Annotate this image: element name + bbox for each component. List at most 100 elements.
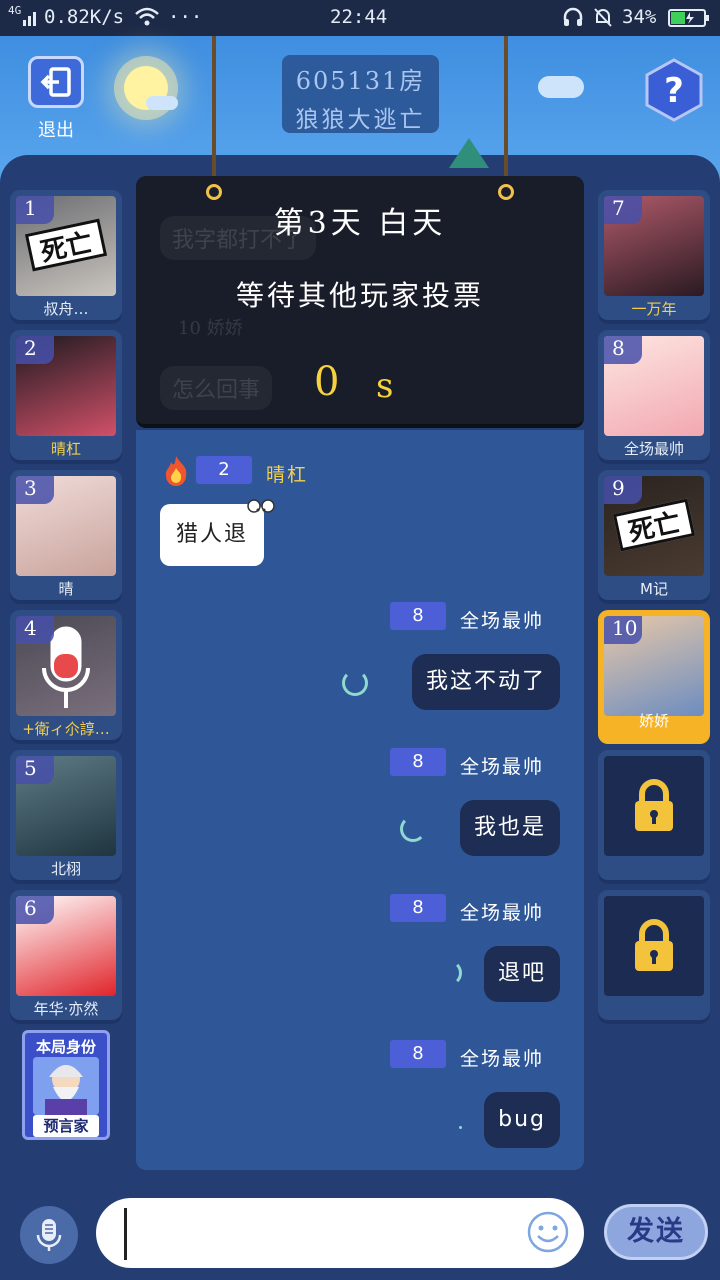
day-phase: 第3天 白天	[273, 206, 447, 241]
seat-number: 9	[604, 476, 642, 504]
player-badge: 8	[390, 748, 446, 776]
seat-number: 10	[604, 616, 642, 644]
player-avatar: 10	[604, 616, 704, 716]
death-stamp: 死亡	[612, 498, 696, 552]
seat-number: 8	[604, 336, 642, 364]
player-avatar: 8	[604, 336, 704, 436]
locked-seat[interactable]	[598, 750, 710, 884]
player-avatar: 7	[604, 196, 704, 296]
countdown-value: 0	[314, 359, 340, 405]
sending-spinner	[459, 1126, 462, 1129]
player-badge: 8	[390, 602, 446, 630]
chat-bubble-right: bug	[484, 1092, 560, 1148]
phase-status: 等待其他玩家投票	[235, 279, 484, 312]
seat-number: 2	[16, 336, 54, 364]
pyramid-decoration	[449, 138, 489, 168]
player-avatar: 4	[16, 616, 116, 716]
player-seat[interactable]: 10 娇娇	[598, 610, 710, 744]
seat-number: 4	[16, 616, 54, 644]
player-seat[interactable]: 2 晴杠	[10, 330, 122, 464]
message-author: 晴杠	[266, 464, 309, 486]
chat-bubble-right: 我也是	[459, 800, 560, 856]
chat-input[interactable]	[96, 1198, 584, 1268]
clock: 22:44	[330, 6, 388, 28]
locked-seat-panel	[604, 896, 704, 996]
player-seat[interactable]: 7 一万年	[598, 190, 710, 324]
signal-icon	[22, 6, 40, 33]
room-info: 605131房 狼狼大逃亡	[282, 55, 439, 133]
sending-spinner	[400, 816, 426, 842]
microphone-icon	[36, 1219, 62, 1251]
cloud-decoration	[538, 76, 584, 98]
player-name: 一万年	[631, 300, 677, 318]
death-stamp: 死亡	[24, 218, 108, 272]
chat-bubble-right: 退吧	[483, 946, 560, 1002]
lock-icon	[635, 779, 673, 831]
player-avatar: 6	[16, 896, 116, 996]
svg-text:?: ?	[664, 71, 684, 111]
player-name: 娇娇	[638, 712, 669, 730]
ghost-message: 怎么回事	[160, 366, 273, 410]
bear-ears-decoration	[247, 499, 275, 513]
sending-spinner	[436, 960, 462, 986]
rope-decoration	[504, 36, 508, 190]
player-seat[interactable]: 6 年华·亦然	[10, 890, 122, 1024]
smiley-icon	[527, 1211, 569, 1253]
more-indicator: ···	[168, 6, 203, 28]
exit-label: 退出	[38, 120, 74, 141]
locked-seat-panel	[604, 756, 704, 856]
help-button[interactable]: ?	[644, 58, 704, 122]
network-speed: 0.82K/s	[44, 6, 125, 28]
player-avatar: 死亡 9	[604, 476, 704, 576]
player-avatar: 5	[16, 756, 116, 856]
player-badge: 8	[390, 1040, 446, 1068]
sending-spinner	[342, 670, 368, 696]
status-bar: 4G 0.82K/s ··· 22:44 34%	[0, 0, 720, 36]
role-card[interactable]: 本局身份 预言家	[22, 1030, 110, 1140]
rope-decoration	[212, 36, 216, 190]
exit-icon	[40, 67, 71, 97]
player-seat[interactable]: 3晴	[10, 470, 122, 604]
text-caret	[124, 1208, 127, 1260]
player-seat[interactable]: 4 +衛ィ尒諄…	[10, 610, 122, 744]
ring-decoration	[498, 184, 514, 200]
ring-decoration	[206, 184, 222, 200]
seat-number: 1	[16, 196, 54, 224]
emoji-button[interactable]	[526, 1210, 570, 1254]
seat-number: 5	[16, 756, 54, 784]
battery-percent: 34%	[622, 6, 657, 28]
player-name: 北栩	[50, 860, 81, 878]
player-seat[interactable]: 5 北栩	[10, 750, 122, 884]
chat-area[interactable]: 2 晴杠 猎人退 8 全场最帅 我这不动了 8 全场最帅 我也是 8 全场最帅 …	[136, 430, 584, 1170]
player-name: M记	[640, 580, 668, 598]
locked-seat[interactable]	[598, 890, 710, 1024]
player-seat[interactable]: 8 全场最帅	[598, 330, 710, 464]
message-author: 全场最帅	[460, 756, 545, 778]
help-icon: ?	[645, 58, 703, 122]
seat-number: 6	[16, 896, 54, 924]
player-seat[interactable]: 死亡 1 叔舟…	[10, 190, 122, 324]
voice-button[interactable]	[20, 1206, 78, 1264]
message-author: 全场最帅	[460, 902, 545, 924]
headset-icon	[562, 6, 584, 33]
player-name: 晴杠	[50, 440, 81, 458]
lock-icon	[635, 919, 673, 971]
role-card-title: 本局身份	[35, 1038, 96, 1056]
announcement-panel: 我字都打不了 10 娇娇 怎么回事 第3天 白天 等待其他玩家投票 0 s	[136, 176, 584, 428]
player-avatar: 死亡 1	[16, 196, 116, 296]
seer-avatar	[33, 1057, 99, 1115]
exit-button[interactable]	[28, 56, 84, 108]
message-author: 全场最帅	[460, 610, 545, 632]
seat-number: 3	[16, 476, 54, 504]
mute-bell-icon	[592, 6, 614, 33]
cloud-decoration	[146, 96, 178, 110]
network-type: 4G	[8, 4, 22, 17]
room-number: 605131房	[295, 67, 426, 95]
player-badge: 8	[390, 894, 446, 922]
send-button[interactable]: 发送	[604, 1204, 708, 1260]
player-name: 年华·亦然	[33, 1000, 99, 1018]
player-name: +衛ィ尒諄…	[22, 720, 110, 738]
player-seat[interactable]: 死亡 9 M记	[598, 470, 710, 604]
chat-bubble-right: 我这不动了	[411, 654, 560, 710]
game-title: 狼狼大逃亡	[295, 107, 426, 133]
